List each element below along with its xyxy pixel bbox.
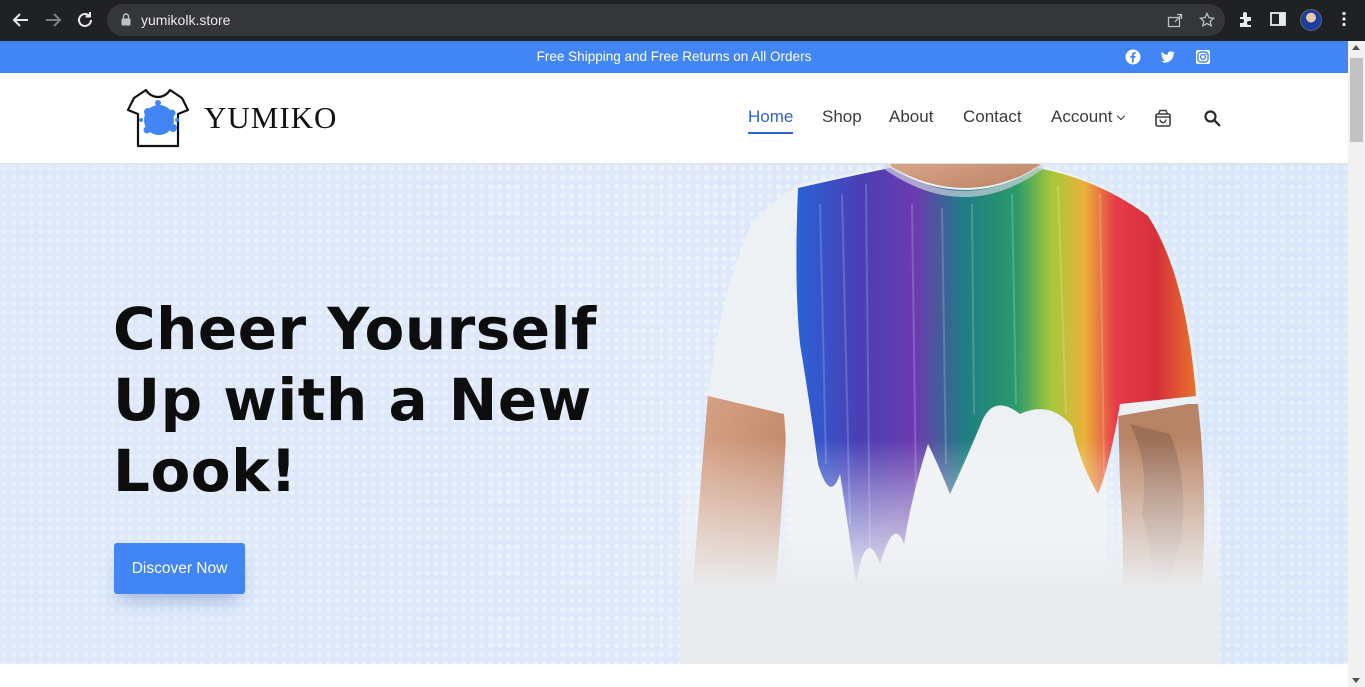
reload-icon[interactable] [74, 9, 96, 31]
address-bar[interactable]: yumikolk.store [107, 4, 1225, 36]
web-page: Free Shipping and Free Returns on All Or… [0, 41, 1348, 687]
star-icon[interactable] [1198, 11, 1216, 28]
nav-home[interactable]: Home [748, 107, 794, 134]
nav-account-label: Account [1051, 107, 1113, 126]
search-icon[interactable] [1203, 109, 1221, 127]
facebook-icon[interactable] [1125, 49, 1141, 65]
site-header: YUMIKO Home Shop About Contact Account [0, 73, 1348, 164]
nav-account[interactable]: Account [1051, 107, 1126, 127]
hero-model-image [680, 164, 1220, 664]
scroll-down-arrow[interactable] [1352, 678, 1360, 683]
forward-arrow-icon[interactable] [42, 9, 64, 31]
next-section [0, 664, 1348, 687]
twitter-icon[interactable] [1160, 49, 1176, 65]
browser-toolbar: yumikolk.store [0, 0, 1365, 41]
announcement-bar: Free Shipping and Free Returns on All Or… [0, 41, 1348, 73]
instagram-icon[interactable] [1195, 49, 1211, 65]
side-panel-icon[interactable] [1268, 10, 1288, 30]
kebab-menu-icon[interactable] [1334, 10, 1354, 30]
url-text[interactable]: yumikolk.store [141, 12, 230, 28]
discover-now-button[interactable]: Discover Now [114, 543, 245, 594]
promo-text: Free Shipping and Free Returns on All Or… [536, 49, 812, 64]
scrollbar-thumb[interactable] [1350, 58, 1363, 142]
hero-banner: Cheer Yourself Up with a New Look! Disco… [0, 164, 1348, 664]
site-logo-text[interactable]: YUMIKO [204, 100, 337, 136]
shopping-bag-icon[interactable] [1154, 109, 1172, 127]
hero-headline: Cheer Yourself Up with a New Look! [113, 295, 597, 505]
profile-avatar[interactable] [1300, 9, 1322, 31]
extensions-icon[interactable] [1236, 10, 1256, 30]
page-scrollbar[interactable] [1348, 41, 1365, 687]
nav-about[interactable]: About [889, 107, 933, 127]
scroll-up-arrow[interactable] [1352, 45, 1360, 50]
nav-contact[interactable]: Contact [963, 107, 1022, 127]
tshirt-logo-icon[interactable] [126, 86, 190, 150]
nav-shop[interactable]: Shop [822, 107, 862, 127]
share-icon[interactable] [1167, 12, 1183, 28]
back-arrow-icon[interactable] [10, 9, 32, 31]
lock-icon[interactable] [121, 13, 131, 26]
chevron-down-icon [1117, 111, 1126, 121]
